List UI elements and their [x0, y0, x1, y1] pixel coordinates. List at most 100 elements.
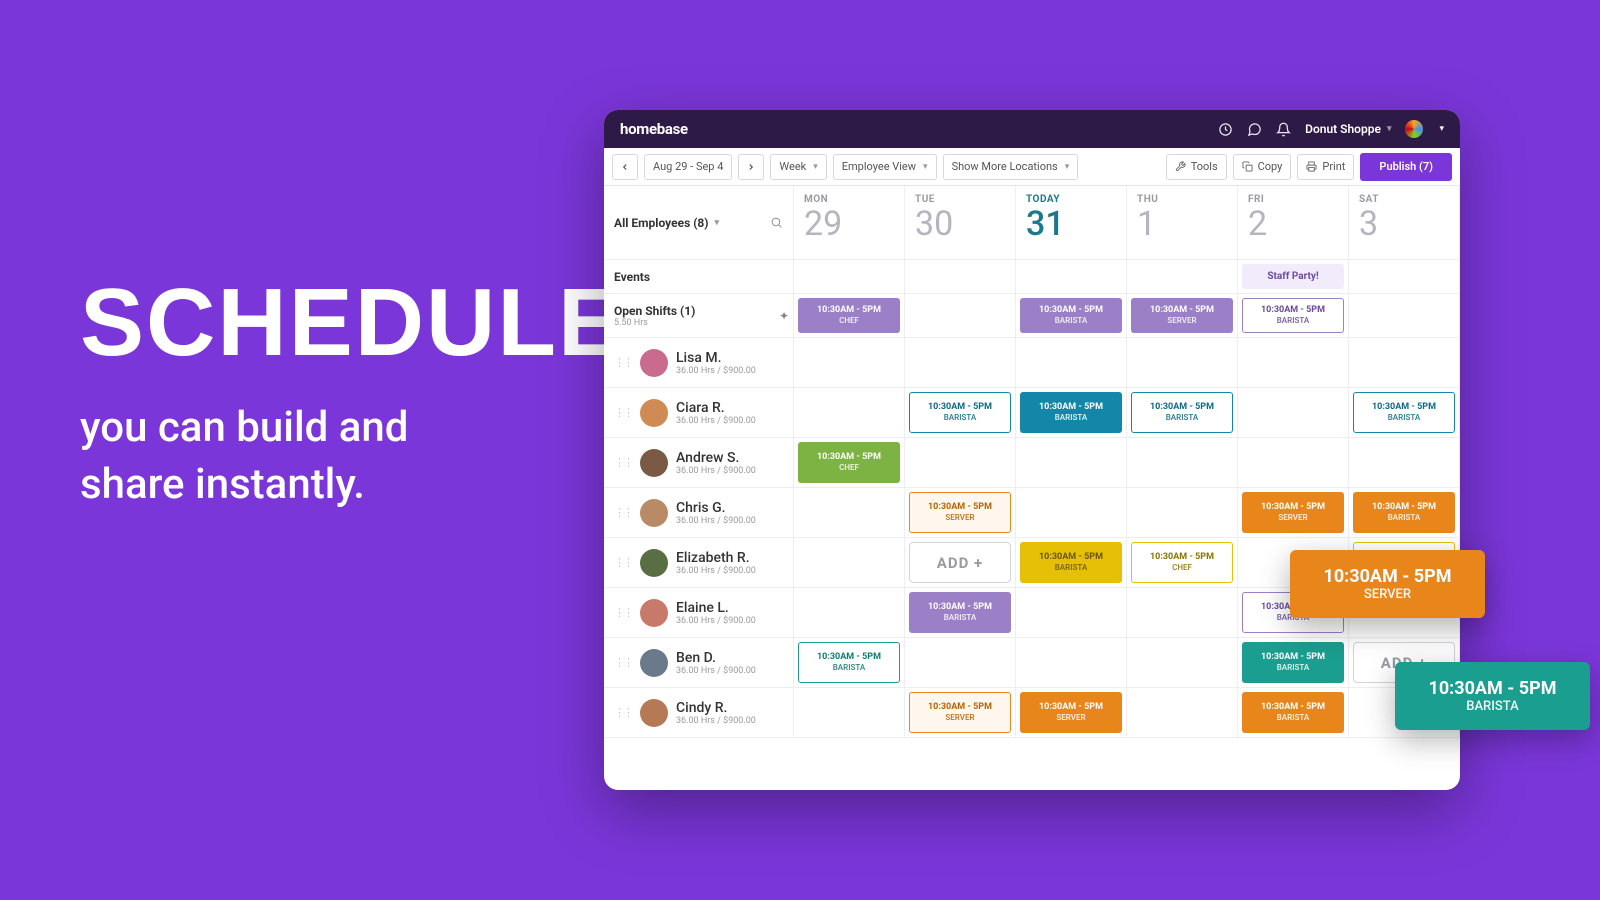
- shift-chip[interactable]: 10:30AM - 5PMBARISTA: [909, 592, 1011, 633]
- schedule-cell[interactable]: 10:30AM - 5PMBARISTA: [794, 638, 905, 688]
- employee-row-label[interactable]: ⋮⋮ Elaine L.36.00 Hrs / $900.00: [604, 588, 794, 638]
- next-week-button[interactable]: [738, 154, 764, 180]
- bell-icon[interactable]: [1276, 122, 1291, 137]
- schedule-cell[interactable]: [1349, 438, 1460, 488]
- tools-button[interactable]: Tools: [1166, 154, 1227, 180]
- drag-handle-icon[interactable]: ⋮⋮: [614, 606, 632, 619]
- schedule-cell[interactable]: 10:30AM - 5PMCHEF: [1127, 538, 1238, 588]
- schedule-cell[interactable]: 10:30AM - 5PMSERVER: [905, 488, 1016, 538]
- user-avatar[interactable]: [1405, 120, 1423, 138]
- open-shift-cell[interactable]: [1349, 294, 1460, 338]
- schedule-cell[interactable]: [794, 488, 905, 538]
- schedule-cell[interactable]: 10:30AM - 5PMBARISTA: [1349, 388, 1460, 438]
- schedule-cell[interactable]: [1238, 438, 1349, 488]
- locations-dropdown[interactable]: Show More Locations▾: [943, 154, 1079, 180]
- shift-chip[interactable]: 10:30AM - 5PMSERVER: [909, 492, 1011, 533]
- view-mode-dropdown[interactable]: Employee View▾: [833, 154, 937, 180]
- schedule-cell[interactable]: [1238, 338, 1349, 388]
- schedule-cell[interactable]: [1016, 338, 1127, 388]
- employee-row-label[interactable]: ⋮⋮ Ben D.36.00 Hrs / $900.00: [604, 638, 794, 688]
- day-header[interactable]: FRI2: [1238, 186, 1349, 260]
- shift-chip[interactable]: 10:30AM - 5PMBARISTA: [1242, 298, 1344, 333]
- schedule-cell[interactable]: [794, 388, 905, 438]
- copy-button[interactable]: Copy: [1233, 154, 1292, 180]
- schedule-cell[interactable]: [905, 638, 1016, 688]
- drag-handle-icon[interactable]: ⋮⋮: [614, 556, 632, 569]
- open-shift-cell[interactable]: 10:30AM - 5PMCHEF: [794, 294, 905, 338]
- schedule-cell[interactable]: 10:30AM - 5PMBARISTA: [1238, 688, 1349, 738]
- drag-handle-icon[interactable]: ⋮⋮: [614, 706, 632, 719]
- shift-chip[interactable]: 10:30AM - 5PMCHEF: [798, 298, 900, 333]
- schedule-cell[interactable]: [1127, 688, 1238, 738]
- day-header[interactable]: MON29: [794, 186, 905, 260]
- event-cell[interactable]: [1349, 260, 1460, 294]
- search-icon[interactable]: [770, 216, 783, 229]
- shift-chip[interactable]: 10:30AM - 5PMBARISTA: [1242, 692, 1344, 733]
- day-header[interactable]: SAT3: [1349, 186, 1460, 260]
- schedule-cell[interactable]: 10:30AM - 5PMSERVER: [1238, 488, 1349, 538]
- employee-row-label[interactable]: ⋮⋮ Cindy R.36.00 Hrs / $900.00: [604, 688, 794, 738]
- event-cell[interactable]: Staff Party!: [1238, 260, 1349, 294]
- event-cell[interactable]: [1127, 260, 1238, 294]
- shift-chip[interactable]: 10:30AM - 5PMBARISTA: [909, 392, 1011, 433]
- open-shift-cell[interactable]: 10:30AM - 5PMBARISTA: [1238, 294, 1349, 338]
- schedule-cell[interactable]: [794, 688, 905, 738]
- schedule-cell[interactable]: [794, 588, 905, 638]
- employee-filter[interactable]: All Employees (8)▾: [614, 216, 719, 230]
- period-dropdown[interactable]: Week▾: [770, 154, 826, 180]
- schedule-cell[interactable]: 10:30AM - 5PMBARISTA: [1016, 388, 1127, 438]
- schedule-cell[interactable]: [1349, 338, 1460, 388]
- shift-chip[interactable]: 10:30AM - 5PMSERVER: [909, 692, 1011, 733]
- schedule-cell[interactable]: [794, 538, 905, 588]
- clock-icon[interactable]: [1218, 122, 1233, 137]
- event-cell[interactable]: [905, 260, 1016, 294]
- dragging-shift-server[interactable]: 10:30AM - 5PM SERVER: [1290, 550, 1485, 618]
- schedule-cell[interactable]: [1016, 488, 1127, 538]
- shift-chip[interactable]: 10:30AM - 5PMBARISTA: [1020, 298, 1122, 333]
- open-shift-cell[interactable]: 10:30AM - 5PMSERVER: [1127, 294, 1238, 338]
- schedule-cell[interactable]: [1127, 338, 1238, 388]
- shift-chip[interactable]: 10:30AM - 5PMBARISTA: [1353, 392, 1455, 433]
- shift-chip[interactable]: 10:30AM - 5PMSERVER: [1242, 492, 1344, 533]
- schedule-cell[interactable]: 10:30AM - 5PMBARISTA: [1349, 488, 1460, 538]
- schedule-cell[interactable]: [1127, 588, 1238, 638]
- employee-row-label[interactable]: ⋮⋮ Lisa M.36.00 Hrs / $900.00: [604, 338, 794, 388]
- dragging-shift-barista[interactable]: 10:30AM - 5PM BARISTA: [1395, 662, 1590, 730]
- schedule-cell[interactable]: 10:30AM - 5PMSERVER: [905, 688, 1016, 738]
- schedule-cell[interactable]: 10:30AM - 5PMBARISTA: [905, 588, 1016, 638]
- event-cell[interactable]: [794, 260, 905, 294]
- chat-icon[interactable]: [1247, 122, 1262, 137]
- schedule-cell[interactable]: [905, 338, 1016, 388]
- schedule-cell[interactable]: 10:30AM - 5PMSERVER: [1016, 688, 1127, 738]
- schedule-cell[interactable]: [1127, 488, 1238, 538]
- employee-row-label[interactable]: ⋮⋮ Elizabeth R.36.00 Hrs / $900.00: [604, 538, 794, 588]
- schedule-cell[interactable]: ADD +: [905, 538, 1016, 588]
- schedule-cell[interactable]: 10:30AM - 5PMBARISTA: [1016, 538, 1127, 588]
- drag-handle-icon[interactable]: ⋮⋮: [614, 656, 632, 669]
- schedule-cell[interactable]: [1127, 438, 1238, 488]
- prev-week-button[interactable]: [612, 154, 638, 180]
- shift-chip[interactable]: 10:30AM - 5PMBARISTA: [1353, 492, 1455, 533]
- schedule-cell[interactable]: 10:30AM - 5PMBARISTA: [1127, 388, 1238, 438]
- schedule-cell[interactable]: 10:30AM - 5PMCHEF: [794, 438, 905, 488]
- day-header[interactable]: THU1: [1127, 186, 1238, 260]
- shift-chip[interactable]: 10:30AM - 5PMBARISTA: [1020, 392, 1122, 433]
- open-shift-cell[interactable]: 10:30AM - 5PMBARISTA: [1016, 294, 1127, 338]
- schedule-cell[interactable]: 10:30AM - 5PMBARISTA: [1238, 638, 1349, 688]
- magic-wand-icon[interactable]: ✦: [779, 309, 789, 323]
- schedule-cell[interactable]: [794, 338, 905, 388]
- drag-handle-icon[interactable]: ⋮⋮: [614, 406, 632, 419]
- shift-chip[interactable]: 10:30AM - 5PMCHEF: [1131, 542, 1233, 583]
- add-shift-button[interactable]: ADD +: [909, 542, 1011, 583]
- publish-button[interactable]: Publish (7): [1360, 153, 1452, 181]
- drag-handle-icon[interactable]: ⋮⋮: [614, 356, 632, 369]
- shift-chip[interactable]: 10:30AM - 5PMSERVER: [1020, 692, 1122, 733]
- shift-chip[interactable]: 10:30AM - 5PMCHEF: [798, 442, 900, 483]
- drag-handle-icon[interactable]: ⋮⋮: [614, 506, 632, 519]
- employee-row-label[interactable]: ⋮⋮ Chris G.36.00 Hrs / $900.00: [604, 488, 794, 538]
- shift-chip[interactable]: 10:30AM - 5PMBARISTA: [798, 642, 900, 683]
- day-header[interactable]: TUE30: [905, 186, 1016, 260]
- employee-row-label[interactable]: ⋮⋮ Ciara R.36.00 Hrs / $900.00: [604, 388, 794, 438]
- shift-chip[interactable]: 10:30AM - 5PMBARISTA: [1131, 392, 1233, 433]
- shift-chip[interactable]: 10:30AM - 5PMBARISTA: [1242, 642, 1344, 683]
